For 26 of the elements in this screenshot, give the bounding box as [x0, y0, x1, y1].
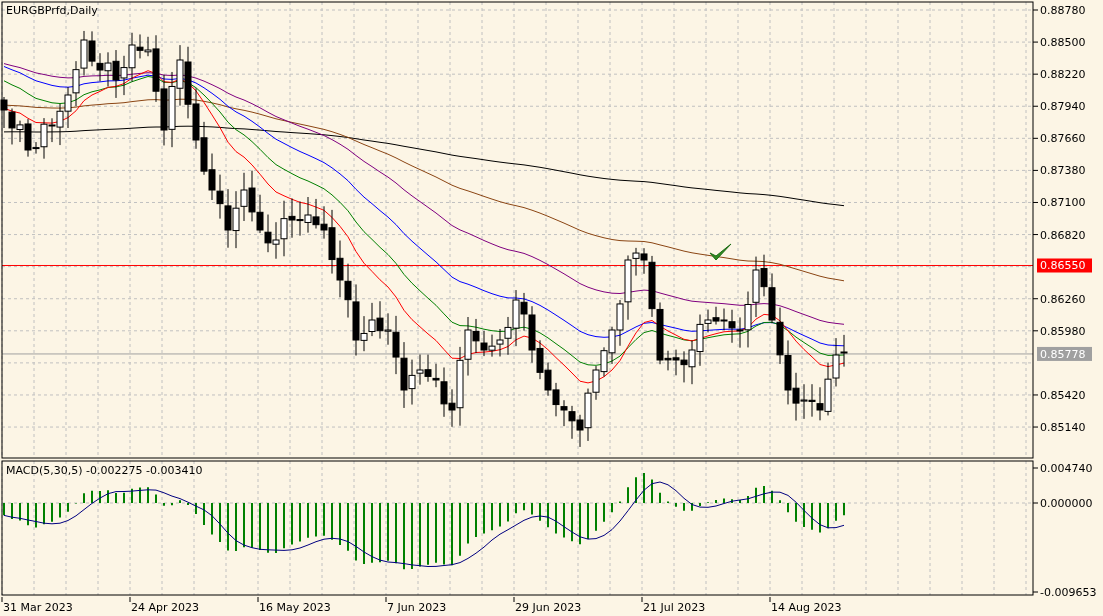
price-axis-label: 0.86820: [1040, 228, 1086, 242]
date-axis-label: 31 Mar 2023: [3, 601, 73, 614]
price-axis-label: 0.87940: [1040, 100, 1086, 114]
date-axis-label: 29 Jun 2023: [515, 601, 582, 614]
price-axis-label: 0.85420: [1040, 388, 1086, 402]
date-axis-label: 7 Jun 2023: [387, 601, 447, 614]
price-axis-label: 0.87100: [1040, 196, 1086, 210]
date-axis-label: 21 Jul 2023: [643, 601, 706, 614]
indicator-label: MACD(5,30,5) -0.002275 -0.003410: [6, 464, 203, 477]
price-axis-label: 0.87660: [1040, 132, 1086, 146]
indicator-axis-label: -0.009653: [1040, 586, 1097, 597]
price-axis-label: 0.85140: [1040, 421, 1086, 435]
price-axis-label: 0.85980: [1040, 324, 1086, 338]
price-axis-label: 0.88220: [1040, 68, 1086, 82]
price-tag: 0.86550: [1037, 258, 1092, 273]
price-axis-label: 0.86260: [1040, 292, 1086, 306]
date-axis-label: 14 Aug 2023: [771, 601, 842, 614]
indicator-axis-label: 0.000000: [1040, 497, 1093, 510]
symbol-label: EURGBPrfd,Daily: [6, 4, 98, 17]
price-axis-label: 0.87380: [1040, 164, 1086, 178]
indicator-axis-label: 0.004740: [1040, 462, 1093, 475]
price-axis-label: 0.88500: [1040, 36, 1086, 50]
date-axis-label: 16 May 2023: [259, 601, 331, 614]
price-tag: 0.85778: [1037, 346, 1092, 361]
price-axis-label: 0.88780: [1040, 4, 1086, 17]
date-axis-label: 24 Apr 2023: [131, 601, 199, 614]
